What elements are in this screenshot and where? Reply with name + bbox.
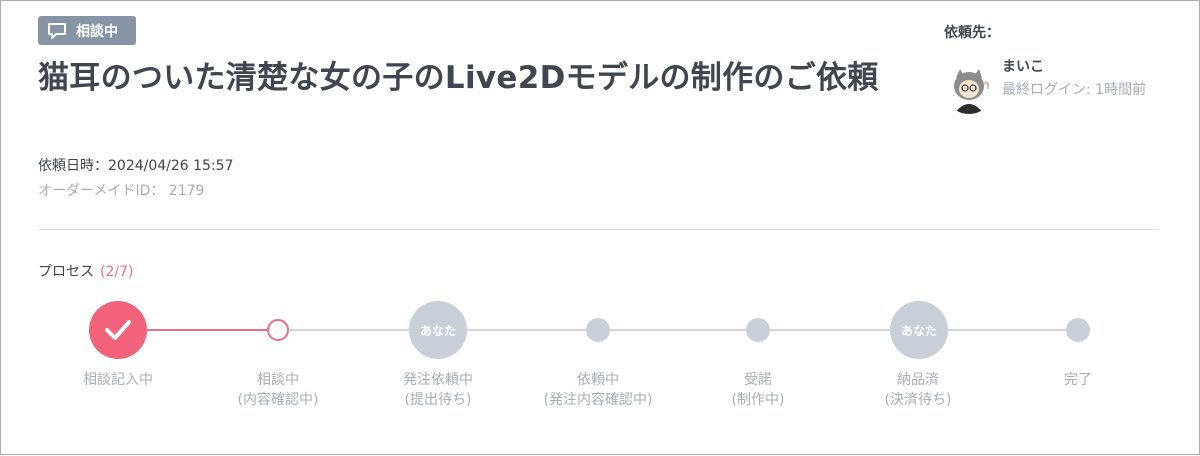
step-label: 完了	[1003, 370, 1153, 390]
step-node-delivered: あなた	[890, 301, 948, 359]
progress-segment	[118, 329, 278, 331]
requester-name[interactable]: まいこ	[1002, 56, 1044, 76]
step-label-line1: 完了	[1064, 372, 1092, 388]
step-label-line2: (提出待ち)	[404, 392, 472, 408]
order-detail-panel: 相談中 猫耳のついた清楚な女の子のLive2Dモデルの制作のご依頼 依頼日時：2…	[0, 0, 1200, 455]
step-label-line2: (決済待ち)	[884, 392, 952, 408]
step-node-order-request: あなた	[409, 301, 467, 359]
step-node-accepted	[746, 318, 770, 342]
step-label-line1: 受諾	[744, 372, 772, 388]
step-label-line1: 相談中	[257, 372, 299, 388]
step-label-line2: (制作中)	[731, 392, 785, 408]
step-label: 相談中 (内容確認中)	[203, 370, 353, 410]
check-icon	[105, 320, 131, 340]
requester-label: 依頼先：	[944, 25, 1000, 41]
divider	[38, 229, 1159, 230]
step-label: 発注依頼中 (提出待ち)	[363, 370, 513, 410]
step-label-line1: 依頼中	[577, 372, 619, 388]
progress-segment	[278, 329, 1078, 331]
page-title: 猫耳のついた清楚な女の子のLive2Dモデルの制作のご依頼	[38, 60, 879, 96]
step-label: 依頼中 (発注内容確認中)	[523, 370, 673, 410]
step-label-line1: 相談記入中	[83, 372, 153, 388]
step-label: 納品済 (決済待ち)	[843, 370, 993, 410]
status-badge-label: 相談中	[76, 23, 118, 40]
user-avatar-icon	[944, 64, 994, 114]
step-label: 受諾 (制作中)	[683, 370, 833, 410]
step-label: 相談記入中	[43, 370, 193, 390]
you-marker: あなた	[900, 323, 937, 338]
step-node-consult-entry	[89, 301, 147, 359]
process-label: プロセス	[38, 264, 94, 280]
step-label-line2: (発注内容確認中)	[543, 392, 653, 408]
requester-last-login: 最終ログイン: 1時間前	[1002, 82, 1147, 98]
step-label-line1: 納品済	[897, 372, 939, 388]
step-node-consulting	[267, 319, 289, 341]
step-label-line2: (内容確認中)	[237, 392, 319, 408]
process-count: (2/7)	[100, 264, 134, 280]
step-label-line1: 発注依頼中	[403, 372, 473, 388]
step-node-complete	[1066, 318, 1090, 342]
you-marker: あなた	[419, 323, 456, 338]
chat-bubble-icon	[48, 22, 66, 39]
request-datetime: 依頼日時：2024/04/26 15:57	[38, 158, 234, 174]
order-id: オーダーメイドID： 2179	[38, 183, 205, 199]
process-heading: プロセス (2/7)	[38, 261, 133, 281]
status-badge: 相談中	[38, 16, 136, 45]
avatar[interactable]	[944, 64, 994, 114]
step-node-requesting	[586, 318, 610, 342]
